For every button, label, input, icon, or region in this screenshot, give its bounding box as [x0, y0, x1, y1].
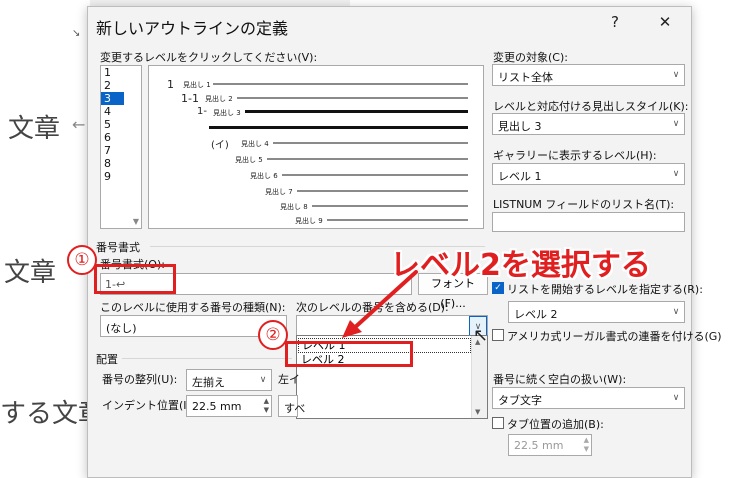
preview-line [327, 219, 468, 221]
section-divider [122, 358, 292, 359]
chevron-down-icon[interactable]: ∨ [667, 164, 684, 184]
number-format-section: 番号書式 [96, 241, 140, 254]
level-item[interactable]: 4 [101, 105, 141, 118]
step-2-badge: ② [258, 320, 288, 350]
chevron-down-icon[interactable]: ∨ [667, 114, 684, 134]
highlight-number-format [94, 264, 176, 294]
dialog-title: 新しいアウトラインの定義 [96, 19, 289, 38]
tab-stop-value: 22.5 mm [514, 439, 564, 452]
alignment-combo[interactable]: 左揃え ∨ [186, 369, 272, 391]
gallery-level-value: レベル 1 [498, 170, 542, 183]
preview-line [282, 174, 468, 176]
level-item[interactable]: 9 [101, 170, 141, 183]
return-mark-icon: ← [72, 115, 86, 134]
follow-combo[interactable]: タブ文字 ∨ [492, 387, 685, 409]
tab-stop-spinner[interactable]: 22.5 mm ▲ ▼ [508, 434, 592, 456]
number-style-label: このレベルに使用する番号の種類(N): [100, 301, 286, 314]
preview-line [237, 97, 468, 99]
preview-prefix: 1- [197, 106, 207, 117]
level-item[interactable]: 5 [101, 118, 141, 131]
alignment-value: 左揃え [192, 376, 225, 389]
level-item-selected[interactable]: 3 [101, 92, 124, 105]
preview-line [297, 190, 468, 192]
callout-arrow-icon [342, 270, 418, 338]
level-list[interactable]: 1 2 3 4 5 6 7 8 9 ▼ [100, 65, 142, 229]
preview-label: 見出し 3 [213, 109, 241, 117]
level-item[interactable]: 2 [101, 79, 141, 92]
tab-stop-label: タブ位置の追加(B): [507, 418, 604, 431]
preview-label: 見出し 8 [280, 203, 308, 211]
preview-line-selected [209, 126, 468, 129]
preview-line [312, 205, 468, 207]
mouse-cursor-icon: ↖ [473, 325, 489, 346]
listnum-input[interactable] [492, 212, 685, 232]
legal-checkbox[interactable] [492, 329, 504, 341]
tab-stop-checkbox[interactable] [492, 417, 504, 429]
link-style-label: レベルと対応付ける見出しスタイル(K): [493, 100, 689, 113]
apply-to-combo[interactable]: リスト全体 ∨ [492, 64, 685, 86]
spin-down-icon[interactable]: ▼ [264, 406, 269, 414]
outline-preview: 1 見出し 1 1-1 見出し 2 1- 見出し 3 (イ) 見出し 4 見出し… [148, 65, 484, 229]
apply-to-value: リスト全体 [498, 71, 553, 84]
dialog-launcher-icon[interactable]: ↘ [72, 28, 80, 39]
scroll-down-icon[interactable]: ▼ [475, 408, 480, 416]
level-item[interactable]: 8 [101, 157, 141, 170]
preview-label: 見出し 9 [295, 217, 323, 225]
follow-combo-partial[interactable]: すべ [278, 395, 305, 417]
chevron-down-icon[interactable]: ∨ [667, 65, 684, 85]
level-item[interactable]: 7 [101, 144, 141, 157]
click-level-label: 変更するレベルをクリックしてください(V): [100, 51, 318, 64]
preview-line-selected [245, 110, 468, 113]
preview-label: 見出し 4 [241, 140, 269, 148]
chevron-down-icon[interactable]: ∨ [667, 388, 684, 408]
preview-prefix: (イ) [211, 140, 229, 151]
link-style-value: 見出し 3 [498, 120, 542, 133]
spin-down-icon[interactable]: ▼ [584, 445, 589, 453]
spin-up-icon[interactable]: ▲ [264, 397, 269, 405]
preview-prefix: 1 [167, 78, 174, 91]
level-item[interactable]: 6 [101, 131, 141, 144]
indent-label: インデント位置(I): [102, 399, 195, 412]
level-item[interactable]: 1 [101, 66, 141, 79]
restart-value: レベル 2 [514, 308, 558, 321]
link-style-combo[interactable]: 見出し 3 ∨ [492, 113, 685, 135]
preview-line [213, 83, 468, 85]
number-style-value: (なし) [106, 322, 137, 335]
alignment-label: 番号の整列(U): [102, 373, 178, 386]
preview-line [273, 142, 468, 144]
legal-label: アメリカ式リーガル書式の連番を付ける(G) [507, 330, 722, 343]
position-section: 配置 [96, 353, 118, 366]
restart-combo[interactable]: レベル 2 ∨ [508, 301, 685, 323]
follow-label: 番号に続く空白の扱い(W): [493, 373, 627, 386]
scroll-down-icon[interactable]: ▼ [133, 217, 139, 226]
step-1-badge: ① [67, 245, 97, 275]
preview-label: 見出し 5 [235, 156, 263, 164]
indent-value: 22.5 mm [192, 400, 242, 413]
preview-label: 見出し 7 [265, 188, 293, 196]
dropdown-scrollbar[interactable]: ▲ ▼ [471, 336, 487, 418]
gallery-level-combo[interactable]: レベル 1 ∨ [492, 163, 685, 185]
partial-value: すべ [284, 402, 306, 415]
preview-line [267, 158, 468, 160]
help-button[interactable]: ? [600, 13, 630, 31]
listnum-label: LISTNUM フィールドのリスト名(T): [493, 198, 675, 211]
chevron-down-icon[interactable]: ∨ [254, 370, 271, 390]
preview-label: 見出し 1 [183, 81, 211, 89]
follow-value: タブ文字 [498, 394, 542, 407]
chevron-down-icon[interactable]: ∨ [667, 302, 684, 322]
gallery-level-label: ギャラリーに表示するレベル(H): [493, 149, 657, 162]
document-text: 文章 [8, 114, 61, 144]
indent-spinner[interactable]: 22.5 mm ▲ ▼ [186, 395, 272, 417]
spin-up-icon[interactable]: ▲ [584, 436, 589, 444]
preview-label: 見出し 2 [205, 95, 233, 103]
preview-prefix: 1-1 [181, 92, 199, 105]
align-at-label: 左イ [278, 373, 300, 386]
document-text: 文章 [4, 258, 57, 288]
preview-label: 見出し 6 [250, 172, 278, 180]
apply-to-label: 変更の対象(C): [493, 51, 568, 64]
close-button[interactable]: ✕ [650, 13, 680, 31]
